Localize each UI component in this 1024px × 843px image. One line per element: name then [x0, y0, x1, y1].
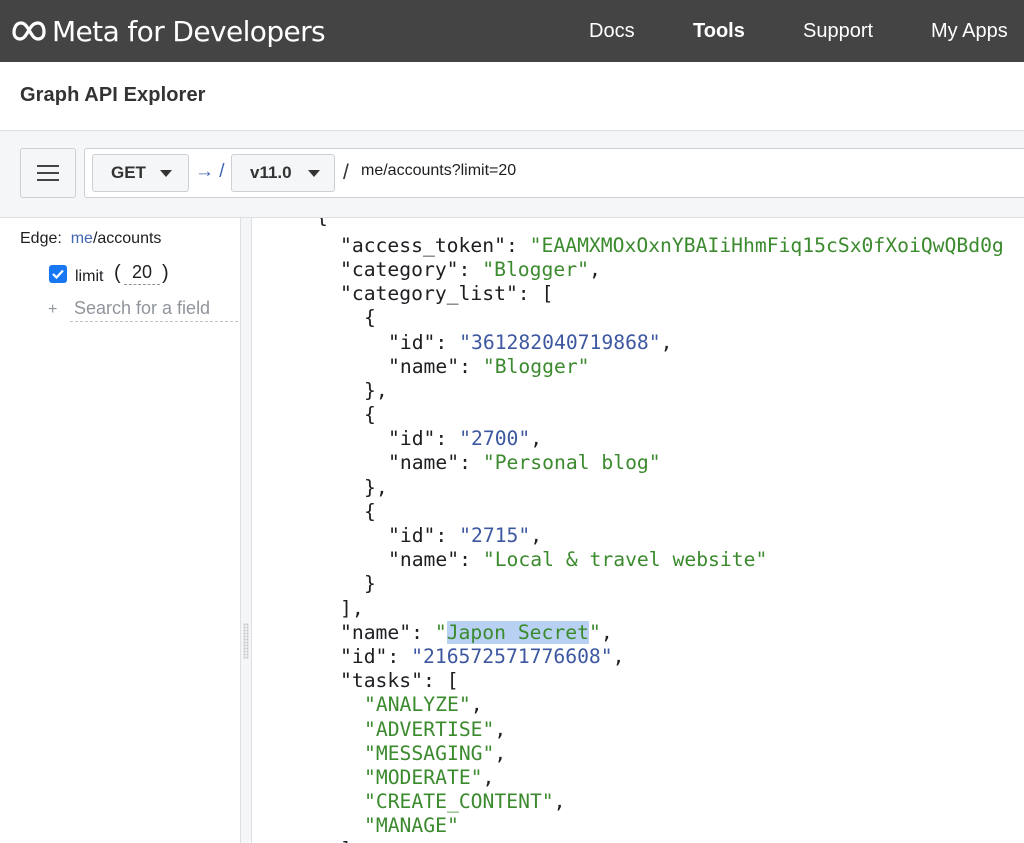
json-line: "MODERATE", — [364, 766, 495, 789]
json-line: "id": "361282040719868", — [388, 331, 673, 354]
version-select[interactable]: v11.0 — [231, 154, 335, 192]
checkmark-icon — [52, 269, 64, 279]
json-string-value: "Blogger" — [482, 258, 589, 281]
response-viewer: { "access_token": "EAAMXMOxOxnYBAIiHhmFi… — [252, 218, 1024, 843]
field-search-input[interactable]: Search for a field — [70, 298, 238, 322]
json-key: "id" — [388, 427, 436, 450]
json-id-value: "216572571776608" — [411, 645, 613, 668]
json-string-value: "Japon Secret" — [434, 621, 601, 644]
json-id-value: "2715" — [459, 524, 531, 547]
json-key: "name" — [388, 548, 460, 571]
caret-down-icon — [159, 169, 172, 177]
nav-docs[interactable]: Docs — [589, 0, 635, 62]
json-line: ] — [340, 838, 352, 843]
json-string-value: "Local & travel website" — [482, 548, 768, 571]
json-line: { — [364, 306, 376, 329]
json-line: { — [364, 403, 376, 426]
hamburger-menu-icon — [37, 165, 59, 181]
brand-logo[interactable]: Meta for Developers — [12, 13, 326, 49]
title-bar: Graph API Explorer — [0, 62, 1024, 131]
json-task-value: "MESSAGING" — [364, 742, 495, 765]
paren-open: ( — [114, 262, 121, 284]
menu-button[interactable] — [20, 148, 76, 198]
json-line: "category": "Blogger", — [340, 258, 601, 281]
json-line: "tasks": [ — [340, 669, 459, 692]
json-line: { — [316, 218, 328, 229]
json-line: } — [364, 572, 376, 595]
page-title: Graph API Explorer — [20, 84, 206, 106]
json-line: { — [364, 500, 376, 523]
json-line: }, — [364, 379, 388, 402]
json-line: }, — [364, 476, 388, 499]
limit-param-label: limit — [75, 268, 104, 285]
edge-path: /accounts — [92, 230, 162, 247]
json-key: "category" — [340, 258, 459, 281]
json-key: "name" — [340, 621, 412, 644]
path-separator: / — [343, 161, 349, 184]
resize-grip-icon — [243, 623, 249, 659]
json-task-value: "MANAGE" — [364, 814, 459, 837]
json-line: "ADVERTISE", — [364, 718, 507, 741]
json-key: "id" — [340, 645, 388, 668]
caret-down-icon — [307, 169, 320, 177]
json-line: "id": "216572571776608", — [340, 645, 625, 668]
query-path-input[interactable]: me/accounts?limit=20 — [361, 162, 516, 180]
json-key: "id" — [388, 524, 436, 547]
json-line: "name": "Japon Secret", — [340, 621, 613, 644]
json-task-value: "CREATE_CONTENT" — [364, 790, 554, 813]
top-nav-bar: Meta for Developers Docs Tools Support M… — [0, 0, 1024, 62]
json-line: "name": "Blogger" — [388, 355, 590, 378]
nav-my-apps[interactable]: My Apps — [931, 0, 1008, 62]
json-key: "access_token" — [340, 234, 506, 257]
json-string-value: "Personal blog" — [482, 451, 661, 474]
json-id-value: "2700" — [459, 427, 531, 450]
json-key: "tasks" — [340, 669, 423, 692]
query-bar: GET → / v11.0 / me/accounts?limit=20 — [0, 131, 1024, 218]
json-line: "ANALYZE", — [364, 693, 483, 716]
json-line: "CREATE_CONTENT", — [364, 790, 566, 813]
json-line: "access_token": "EAAMXMOxOxnYBAIiHhmFiq1… — [340, 234, 1004, 257]
edge-label: Edge: — [20, 230, 62, 247]
nav-support[interactable]: Support — [803, 0, 873, 62]
fields-panel: Edge: me/accounts limit ( 20 ) + Search … — [0, 218, 241, 843]
json-key: "id" — [388, 331, 436, 354]
brand-name: Meta for Developers — [52, 14, 326, 48]
arrow-separator: → / — [195, 161, 225, 182]
edge-row: Edge: me/accounts — [20, 230, 161, 248]
json-string-value: "EAAMXMOxOxnYBAIiHhmFiq15cSx0fXoiQwQBd0g — [529, 234, 1004, 257]
json-line: "category_list": [ — [340, 282, 554, 305]
json-key: "category_list" — [340, 282, 518, 305]
add-field-plus[interactable]: + — [48, 301, 57, 319]
json-line: "id": "2715", — [388, 524, 543, 547]
method-value: GET — [111, 163, 146, 182]
json-key: "name" — [388, 451, 460, 474]
json-brace: { — [316, 218, 328, 228]
limit-value-input[interactable]: 20 — [124, 262, 160, 285]
method-select[interactable]: GET — [92, 154, 189, 192]
version-value: v11.0 — [250, 163, 292, 182]
json-id-value: "361282040719868" — [459, 331, 661, 354]
json-line: "name": "Local & travel website" — [388, 548, 768, 571]
panel-resizer[interactable] — [241, 218, 252, 843]
json-task-value: "MODERATE" — [364, 766, 483, 789]
json-task-value: "ANALYZE" — [364, 693, 471, 716]
edge-root-link[interactable]: me — [71, 230, 93, 247]
json-line: "name": "Personal blog" — [388, 451, 661, 474]
json-line: "MANAGE" — [364, 814, 459, 838]
json-string-value: "Blogger" — [482, 355, 590, 378]
json-key: "name" — [388, 355, 460, 378]
limit-checkbox[interactable] — [49, 265, 67, 283]
json-line: "MESSAGING", — [364, 742, 507, 765]
json-line: ], — [340, 597, 364, 620]
selected-text-highlight[interactable]: Japon Secret — [446, 621, 589, 644]
query-box: GET → / v11.0 / me/accounts?limit=20 — [84, 148, 1024, 198]
paren-close: ) — [162, 262, 169, 284]
json-line: "id": "2700", — [388, 427, 543, 450]
json-task-value: "ADVERTISE" — [364, 718, 495, 741]
nav-tools[interactable]: Tools — [693, 0, 745, 62]
meta-logo-icon — [12, 21, 46, 41]
